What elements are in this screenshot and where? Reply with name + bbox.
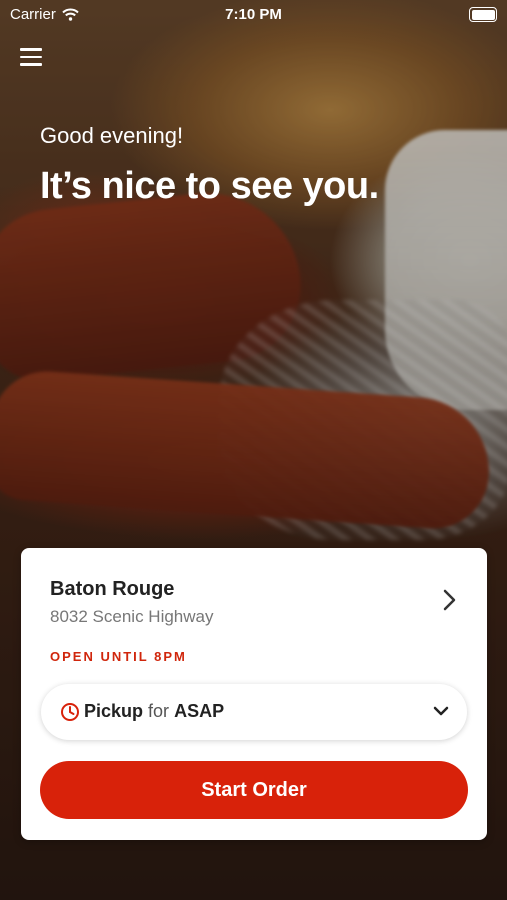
- location-card: Baton Rouge 8032 Scenic Highway OPEN UNT…: [21, 548, 487, 840]
- status-bar: Carrier 7:10 PM: [0, 0, 507, 30]
- menu-button[interactable]: [20, 48, 42, 68]
- order-time: ASAP: [174, 701, 225, 721]
- location-name[interactable]: Baton Rouge: [50, 578, 174, 601]
- chevron-right-icon[interactable]: [439, 588, 459, 612]
- order-mode-text: Pickup for ASAP: [84, 701, 224, 722]
- clock-icon: [61, 703, 79, 721]
- location-address: 8032 Scenic Highway: [50, 607, 214, 626]
- greeting-text: Good evening!: [40, 123, 184, 148]
- start-order-button[interactable]: Start Order: [40, 761, 468, 819]
- chevron-down-icon: [433, 706, 449, 716]
- headline: It’s nice to see you.: [40, 165, 379, 207]
- order-mode-selector[interactable]: Pickup for ASAP: [41, 684, 467, 740]
- hours-status: OPEN UNTIL 8PM: [50, 649, 187, 664]
- clock-time: 7:10 PM: [225, 6, 282, 23]
- order-mode: Pickup: [84, 701, 144, 721]
- battery-icon: [469, 7, 497, 22]
- hamburger-icon: [20, 48, 42, 51]
- order-mode-connector: for: [148, 701, 170, 721]
